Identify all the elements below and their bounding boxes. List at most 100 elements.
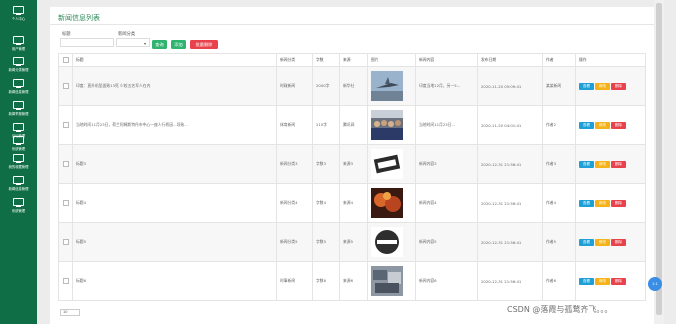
table-row: 标题5 新闻分类5 字数5 来源5 新闻内容5 2020-12-31 21:56… <box>58 222 646 262</box>
news-thumbnail <box>371 227 403 257</box>
add-button[interactable]: 添加 <box>171 40 186 49</box>
actions-cell: 查看 修改 删除 <box>575 66 646 106</box>
row-select-cell[interactable] <box>58 261 73 301</box>
sidebar-item-label: 个人中心 <box>11 17 26 21</box>
category-cell: 新闻分类5 <box>276 222 313 262</box>
source-cell: 来源6 <box>339 261 368 301</box>
page-size-select[interactable]: 10 <box>60 309 80 316</box>
sidebar-item-favorites[interactable]: 我的收藏管理 <box>0 152 37 174</box>
row-checkbox[interactable] <box>62 238 69 245</box>
source-cell: 新华社 <box>339 66 368 106</box>
column-header: 标题 <box>72 53 277 67</box>
table-row: 印度：直升机坠毁致13死 少校五名军人在内 时政新闻 2000字 新华社 印度当… <box>58 66 646 106</box>
sidebar-item-label: 新闻举报管理 <box>8 112 29 116</box>
select-all-checkbox[interactable] <box>62 56 69 63</box>
row-select-cell[interactable] <box>58 66 73 106</box>
view-button[interactable]: 查看 <box>579 82 594 90</box>
title-divider <box>50 24 654 25</box>
row-checkbox[interactable] <box>62 277 69 284</box>
edit-button[interactable]: 修改 <box>595 160 610 168</box>
image-cell <box>367 144 416 184</box>
author-cell: 作者3 <box>542 144 576 184</box>
date-cell: 2020-12-31 21:56:41 <box>477 183 543 223</box>
edit-button[interactable]: 修改 <box>595 199 610 207</box>
watermark: CSDN @落霞与孤鹜齐飞。。。 <box>507 305 613 314</box>
column-header: 作者 <box>542 53 576 67</box>
column-header: 操作 <box>575 53 646 67</box>
delete-button[interactable]: 删除 <box>611 199 626 207</box>
delete-button[interactable]: 删除 <box>611 277 626 285</box>
select-all-cell[interactable] <box>58 53 73 67</box>
row-select-cell[interactable] <box>58 183 73 223</box>
view-button[interactable]: 查看 <box>579 238 594 246</box>
category-cell: 新闻分类3 <box>276 144 313 184</box>
view-button[interactable]: 查看 <box>579 121 594 129</box>
sidebar-item-label: 系统管理 <box>11 147 26 151</box>
page-title: 新闻信息列表 <box>58 14 100 22</box>
row-select-cell[interactable] <box>58 222 73 262</box>
view-button[interactable]: 查看 <box>579 199 594 207</box>
view-button[interactable]: 查看 <box>579 277 594 285</box>
row-checkbox[interactable] <box>62 82 69 89</box>
content-cell: 印度当地12月，另一5... <box>415 66 478 106</box>
sidebar-item-news-info[interactable]: 新闻信息管理 <box>0 77 37 99</box>
words-cell: 字数4 <box>312 183 340 223</box>
sidebar-item-system-2[interactable]: 系统管理 <box>0 196 37 218</box>
search-button[interactable]: 查询 <box>152 40 167 49</box>
sidebar-item-personal-center[interactable]: 个人中心 <box>0 4 37 26</box>
page-size-value: 10 <box>63 310 68 314</box>
float-action-button[interactable]: 1:1 <box>648 277 662 291</box>
table-row: 当地时间11月23日，荷兰阿姆斯特丹市中心一座人行桥因...导致... 体育新闻… <box>58 105 646 145</box>
monitor-icon <box>13 79 24 89</box>
edit-button[interactable]: 修改 <box>595 238 610 246</box>
monitor-icon <box>13 123 24 133</box>
news-thumbnail <box>371 149 403 179</box>
monitor-icon <box>13 6 24 16</box>
row-checkbox[interactable] <box>62 160 69 167</box>
words-cell: 字数3 <box>312 144 340 184</box>
title-cell: 标题4 <box>72 183 277 223</box>
scrollbar-thumb[interactable] <box>656 3 662 315</box>
sidebar-item-news-report[interactable]: 新闻举报管理 <box>0 99 37 121</box>
edit-button[interactable]: 修改 <box>595 277 610 285</box>
title-filter-input[interactable] <box>60 38 114 47</box>
delete-button[interactable]: 删除 <box>611 238 626 246</box>
delete-button[interactable]: 删除 <box>611 82 626 90</box>
source-cell: 来源3 <box>339 144 368 184</box>
chevron-down-icon: ▾ <box>144 41 147 46</box>
column-header: 新闻分类 <box>276 53 313 67</box>
author-cell: 作者2 <box>542 105 576 145</box>
date-cell: 2020-12-31 21:56:41 <box>477 261 543 301</box>
row-select-cell[interactable] <box>58 105 73 145</box>
news-thumbnail <box>371 188 403 218</box>
batch-delete-button[interactable]: 批量删除 <box>190 40 218 49</box>
content-cell: 当地时间11月23日... <box>415 105 478 145</box>
view-button[interactable]: 查看 <box>579 160 594 168</box>
edit-button[interactable]: 修改 <box>595 82 610 90</box>
title-filter-label: 标题 <box>62 32 71 37</box>
author-cell: 作者6 <box>542 261 576 301</box>
news-table: 标题 新闻分类 字数 来源 图片 新闻内容 发布日期 作者 操作 印度：直升机坠… <box>58 53 646 301</box>
content-cell: 新闻内容5 <box>415 222 478 262</box>
sidebar-item-news-category[interactable]: 新闻分类管理 <box>0 55 37 77</box>
edit-button[interactable]: 修改 <box>595 121 610 129</box>
monitor-icon <box>13 136 24 146</box>
delete-button[interactable]: 删除 <box>611 160 626 168</box>
row-select-cell[interactable] <box>58 144 73 184</box>
row-checkbox[interactable] <box>62 199 69 206</box>
image-cell <box>367 105 416 145</box>
sidebar-item-news-info-2[interactable]: 新闻信息管理 <box>0 174 37 196</box>
news-thumbnail <box>371 266 403 296</box>
image-cell <box>367 183 416 223</box>
date-cell: 2020-11-20 04:01:41 <box>477 105 543 145</box>
monitor-icon <box>13 101 24 111</box>
delete-button[interactable]: 删除 <box>611 121 626 129</box>
column-header: 新闻内容 <box>415 53 478 67</box>
sidebar-item-users[interactable]: 用户管理 <box>0 34 37 56</box>
author-cell: 某某新闻 <box>542 66 576 106</box>
image-cell <box>367 222 416 262</box>
sidebar-item-label: 新闻分类管理 <box>8 68 29 72</box>
monitor-icon <box>13 36 24 46</box>
row-checkbox[interactable] <box>62 121 69 128</box>
category-cell: 新闻分类4 <box>276 183 313 223</box>
